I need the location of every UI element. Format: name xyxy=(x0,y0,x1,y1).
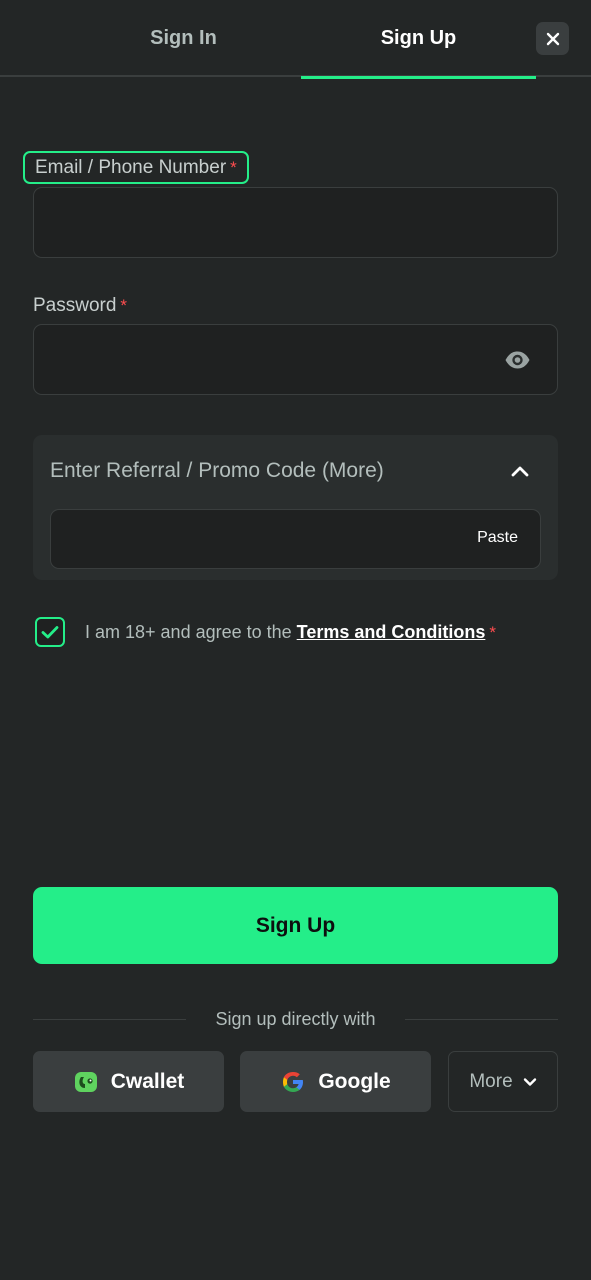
sign-up-button[interactable]: Sign Up xyxy=(33,887,558,964)
required-mark: * xyxy=(230,157,237,177)
tab-sign-in[interactable]: Sign In xyxy=(66,0,301,77)
more-label: More xyxy=(469,1070,513,1092)
close-button[interactable] xyxy=(536,22,569,55)
required-mark: * xyxy=(120,296,128,315)
check-icon xyxy=(41,626,59,639)
paste-button[interactable]: Paste xyxy=(477,529,518,547)
email-label: Email / Phone Number * xyxy=(23,151,249,184)
email-label-text: Email / Phone Number xyxy=(35,156,227,178)
agreement-label: I am 18+ and agree to the xyxy=(85,622,297,642)
tab-sign-up[interactable]: Sign Up xyxy=(301,0,536,79)
close-icon xyxy=(546,32,559,45)
google-button[interactable]: Google xyxy=(240,1051,431,1112)
promo-code-section: Enter Referral / Promo Code (More) Paste xyxy=(33,435,558,580)
divider-line xyxy=(405,1019,558,1020)
agree-checkbox[interactable] xyxy=(35,617,65,647)
cwallet-label: Cwallet xyxy=(110,1069,185,1093)
google-label: Google xyxy=(318,1069,391,1093)
password-field[interactable] xyxy=(33,324,558,395)
chevron-up-icon[interactable] xyxy=(510,464,530,478)
agreement-text: I am 18+ and agree to the Terms and Cond… xyxy=(85,622,496,643)
auth-tabs: Sign In Sign Up xyxy=(0,0,591,79)
terms-link[interactable]: Terms and Conditions xyxy=(297,622,486,642)
cwallet-icon xyxy=(74,1071,97,1092)
more-options-button[interactable]: More xyxy=(448,1051,558,1112)
email-field[interactable] xyxy=(33,187,558,258)
promo-code-toggle[interactable]: Enter Referral / Promo Code (More) xyxy=(50,459,384,483)
eye-icon[interactable] xyxy=(504,350,531,370)
required-mark: * xyxy=(489,623,496,642)
social-divider-text: Sign up directly with xyxy=(215,1009,376,1029)
divider-line xyxy=(33,1019,186,1020)
cwallet-button[interactable]: Cwallet xyxy=(33,1051,224,1112)
google-icon xyxy=(283,1071,304,1092)
password-label: Password * xyxy=(33,293,127,319)
chevron-down-icon xyxy=(523,1077,536,1086)
password-label-text: Password xyxy=(33,295,117,316)
promo-code-input[interactable]: Paste xyxy=(50,509,541,569)
